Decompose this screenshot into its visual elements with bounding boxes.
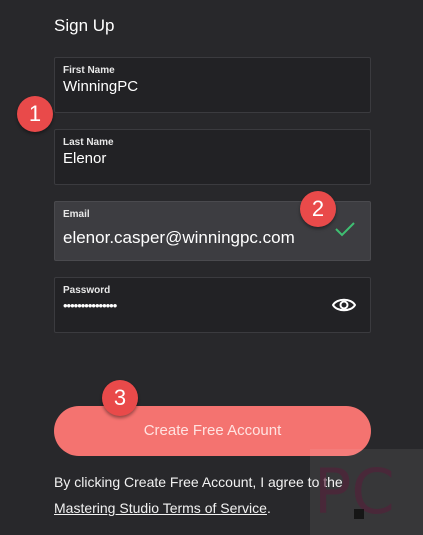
annotation-badge-3: 3 xyxy=(102,380,138,416)
email-input[interactable]: elenor.casper@winningpc.com xyxy=(63,228,295,248)
last-name-field[interactable]: Last Name Elenor xyxy=(54,129,371,185)
first-name-field[interactable]: First Name WinningPC xyxy=(54,57,371,113)
check-icon xyxy=(335,222,355,237)
watermark-pc-icon: PC xyxy=(314,455,395,528)
password-input[interactable]: ••••••••••••••• xyxy=(63,298,117,313)
eye-icon[interactable] xyxy=(332,294,356,316)
password-field[interactable]: Password ••••••••••••••• xyxy=(54,277,371,333)
terms-of-service-link[interactable]: Mastering Studio Terms of Service xyxy=(54,500,267,516)
first-name-label: First Name xyxy=(63,65,115,76)
annotation-badge-2: 2 xyxy=(300,191,336,227)
page-title: Sign Up xyxy=(54,16,115,35)
watermark-logo: PC xyxy=(310,449,423,535)
last-name-label: Last Name xyxy=(63,137,114,148)
email-label: Email xyxy=(63,209,90,220)
terms-suffix: . xyxy=(266,500,271,516)
last-name-input[interactable]: Elenor xyxy=(63,150,106,167)
terms-text: By clicking Create Free Account, I agree… xyxy=(54,474,343,490)
annotation-badge-1: 1 xyxy=(17,96,53,132)
first-name-input[interactable]: WinningPC xyxy=(63,78,138,95)
password-label: Password xyxy=(63,285,111,296)
signup-page: Sign Up First Name WinningPC Last Name E… xyxy=(0,0,423,535)
